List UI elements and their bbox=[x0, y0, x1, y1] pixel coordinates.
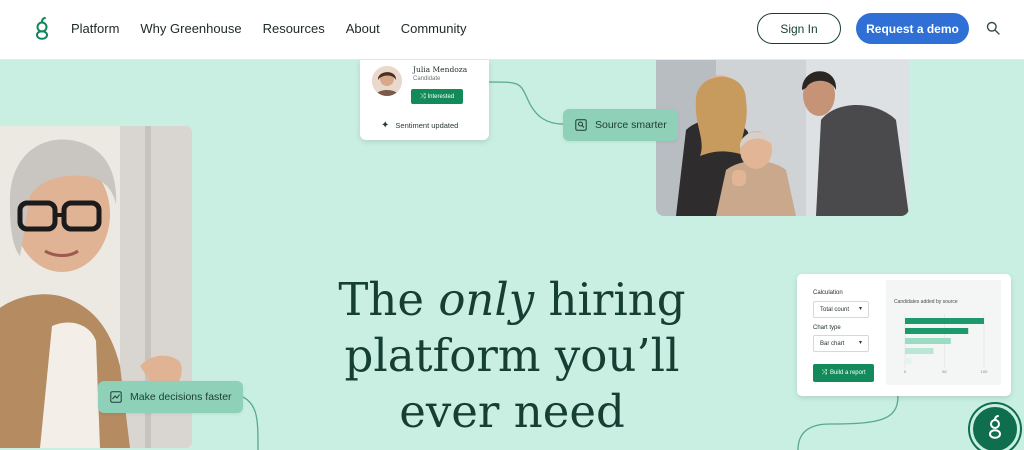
top-nav: Platform Why Greenhouse Resources About … bbox=[0, 0, 1024, 60]
x-tick-label: 100 bbox=[981, 369, 988, 374]
source-smarter-label: Source smarter bbox=[595, 119, 667, 131]
share-icon: ⤨ bbox=[821, 369, 827, 376]
sparkle-icon: ✦ bbox=[381, 120, 390, 131]
nav-community[interactable]: Community bbox=[401, 21, 467, 36]
chat-button[interactable] bbox=[970, 404, 1020, 450]
nav-resources[interactable]: Resources bbox=[263, 21, 325, 36]
calculation-label: Calculation bbox=[813, 290, 843, 296]
calculation-select[interactable]: Total count ▾ bbox=[813, 301, 869, 318]
team-photo bbox=[656, 60, 909, 216]
sentiment-label: Sentiment updated bbox=[395, 121, 459, 130]
sign-in-button[interactable]: Sign In bbox=[757, 13, 841, 44]
chart-bar bbox=[905, 318, 984, 324]
report-controls: Calculation Total count ▾ Chart type Bar… bbox=[797, 274, 885, 396]
chart-bar bbox=[905, 348, 934, 354]
nav-about[interactable]: About bbox=[346, 21, 380, 36]
headline-line-3: ever need bbox=[399, 385, 625, 438]
build-report-button[interactable]: ⤨ Build a report bbox=[813, 364, 874, 382]
request-demo-button[interactable]: Request a demo bbox=[856, 13, 969, 44]
report-builder-card: Calculation Total count ▾ Chart type Bar… bbox=[797, 274, 1011, 396]
calculation-value: Total count bbox=[820, 306, 850, 313]
headline-line-1: The only hiring bbox=[338, 273, 686, 326]
sentiment-row: ✦ Sentiment updated bbox=[381, 120, 458, 131]
chart-bar bbox=[905, 328, 969, 334]
decisions-label: Make decisions faster bbox=[130, 391, 232, 403]
report-chart-panel: Candidates added by source 0 50 100 bbox=[886, 280, 1001, 385]
status-badge-label: Interested bbox=[427, 93, 455, 100]
share-icon: ⤨ bbox=[419, 92, 426, 100]
nav-why-greenhouse[interactable]: Why Greenhouse bbox=[140, 21, 241, 36]
candidate-role: Candidate bbox=[413, 76, 441, 82]
chart-bar bbox=[905, 338, 951, 344]
build-report-label: Build a report bbox=[829, 370, 866, 376]
hero-headline: The only hiring platform you’ll ever nee… bbox=[320, 272, 704, 440]
search-icon[interactable] bbox=[986, 21, 1000, 35]
chart-icon bbox=[110, 391, 122, 403]
chart-type-select[interactable]: Bar chart ▾ bbox=[813, 335, 869, 352]
greenhouse-logo-icon[interactable] bbox=[32, 14, 52, 44]
chevron-down-icon: ▾ bbox=[858, 306, 862, 312]
user-search-icon bbox=[575, 119, 587, 131]
x-tick-label: 0 bbox=[904, 369, 907, 374]
greenhouse-g-icon bbox=[988, 415, 1002, 439]
candidate-card: Julia Mendoza Candidate ⤨ Interested ✦ S… bbox=[360, 60, 489, 140]
chart-type-label: Chart type bbox=[813, 325, 841, 331]
candidate-name: Julia Mendoza bbox=[413, 65, 468, 74]
chart-bar bbox=[905, 358, 912, 364]
nav-platform[interactable]: Platform bbox=[71, 21, 119, 36]
bar-chart: 0 50 100 bbox=[904, 314, 988, 374]
candidate-avatar bbox=[372, 66, 402, 96]
source-smarter-pill: Source smarter bbox=[563, 109, 678, 141]
chart-type-value: Bar chart bbox=[820, 340, 845, 347]
status-badge: ⤨ Interested bbox=[411, 89, 463, 104]
headline-line-2: platform you’ll bbox=[344, 329, 680, 382]
decisions-pill: Make decisions faster bbox=[98, 381, 243, 413]
chevron-down-icon: ▾ bbox=[858, 340, 862, 346]
x-tick-label: 50 bbox=[942, 369, 947, 374]
main-menu: Platform Why Greenhouse Resources About … bbox=[71, 0, 466, 56]
